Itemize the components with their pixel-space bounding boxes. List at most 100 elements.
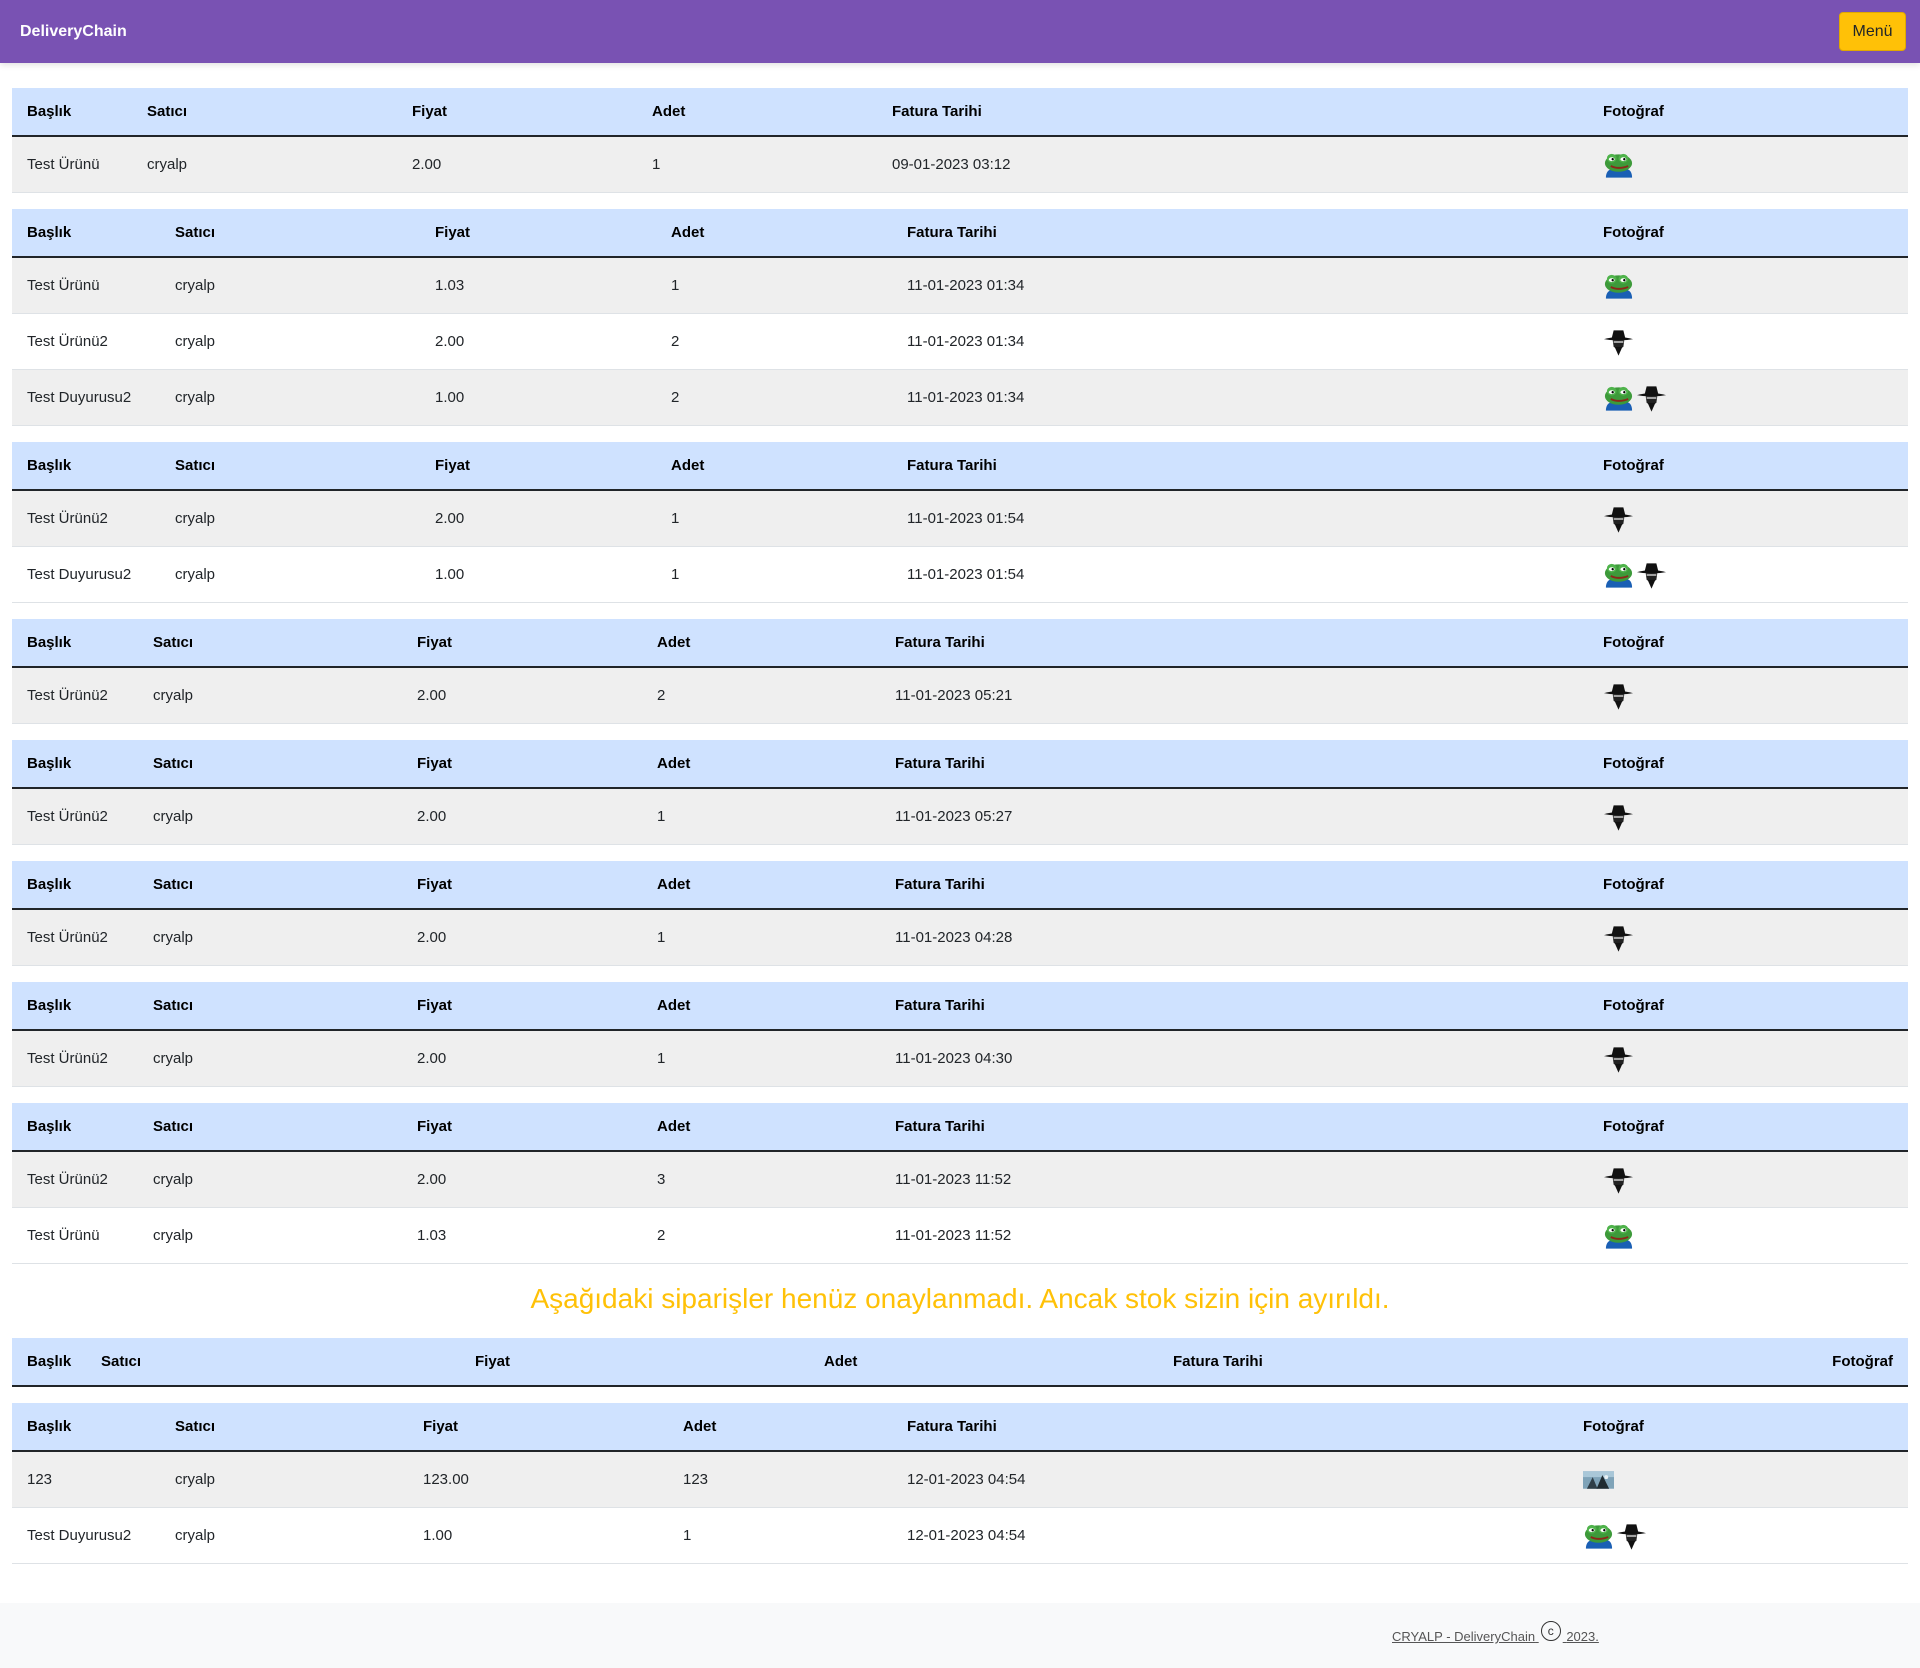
- item-seller: cryalp: [138, 1151, 402, 1208]
- table-header-row: Başlık Satıcı Fiyat Adet Fatura Tarihi Fotoğr…: [12, 1403, 1908, 1452]
- item-title: Test Ürünü2: [12, 1151, 138, 1208]
- table-header-row: Başlık Satıcı Fiyat Adet Fatura Tarihi Fotoğr…: [12, 442, 1908, 491]
- spy-icon[interactable]: [1603, 802, 1634, 832]
- item-price: 2.00: [402, 1151, 642, 1208]
- spy-icon[interactable]: [1603, 504, 1634, 534]
- spy-icon[interactable]: [1603, 1044, 1634, 1074]
- table-header-row: Başlık Satıcı Fiyat Adet Fatura Tarihi Fotoğr…: [12, 861, 1908, 910]
- table-header-row: Başlık Satıcı Fiyat Adet Fatura Tarihi Fotoğr…: [12, 209, 1908, 258]
- item-qty: 2: [642, 1207, 880, 1264]
- col-date-header: Fatura Tarihi: [892, 209, 1442, 258]
- item-seller: cryalp: [160, 490, 420, 547]
- footer-link[interactable]: CRYALP - DeliveryChain c 2023.: [1392, 1621, 1599, 1649]
- col-title-header: Başlık: [12, 1403, 160, 1452]
- frog-icon[interactable]: [1583, 1521, 1614, 1551]
- spy-icon[interactable]: [1616, 1521, 1647, 1551]
- photo-group: [1603, 504, 1893, 534]
- item-price: 1.00: [420, 369, 656, 426]
- item-price: 1.03: [420, 257, 656, 314]
- item-price: 2.00: [397, 136, 637, 193]
- photo-group: [1603, 271, 1893, 301]
- col-title-header: Başlık: [12, 209, 160, 258]
- frog-icon[interactable]: [1603, 271, 1634, 301]
- photo-group: [1603, 327, 1893, 357]
- row-spacer: [1442, 257, 1588, 314]
- col-photo-header: Fotoğraf: [1588, 442, 1908, 491]
- photo-group: [1603, 383, 1893, 413]
- header-spacer: [1442, 209, 1588, 258]
- spy-icon[interactable]: [1603, 681, 1634, 711]
- item-date: 11-01-2023 01:34: [892, 313, 1442, 370]
- col-photo-header: Fotoğraf: [1568, 1403, 1908, 1452]
- item-date: 11-01-2023 05:21: [880, 667, 1436, 724]
- col-qty-header: Adet: [637, 88, 877, 137]
- row-spacer: [1437, 136, 1588, 193]
- col-seller-header: Satıcı: [138, 1103, 402, 1152]
- table-row: Test Ürünü cryalp 1.03 2 11-01-2023 11:52: [12, 1207, 1908, 1264]
- item-qty: 2: [656, 313, 892, 370]
- menu-button[interactable]: Menü: [1839, 12, 1906, 51]
- copyright-icon: c: [1540, 1621, 1561, 1641]
- item-qty: 1: [642, 1030, 880, 1087]
- item-title: Test Duyurusu2: [12, 369, 160, 426]
- row-spacer: [1436, 1151, 1588, 1208]
- item-photos: [1588, 788, 1908, 845]
- table-header-row: Başlık Satıcı Fiyat Adet Fatura Tarihi Fotoğr…: [12, 88, 1908, 137]
- frog-icon[interactable]: [1603, 560, 1634, 590]
- col-title-header: Başlık: [12, 1338, 86, 1387]
- item-price: 2.00: [420, 490, 656, 547]
- table-row: Test Ürünü2 cryalp 2.00 1 11-01-2023 05:27: [12, 788, 1908, 845]
- header-spacer: [1436, 1103, 1588, 1152]
- table-header-row: Başlık Satıcı Fiyat Adet Fatura Tarihi Fotoğr…: [12, 740, 1908, 789]
- spy-icon[interactable]: [1636, 383, 1667, 413]
- col-price-header: Fiyat: [402, 740, 642, 789]
- frog-icon[interactable]: [1603, 1221, 1634, 1251]
- header-spacer: [1436, 619, 1588, 668]
- table-row: Test Ürünü2 cryalp 2.00 2 11-01-2023 01:34: [12, 313, 1908, 370]
- col-title-header: Başlık: [12, 982, 138, 1031]
- frog-icon[interactable]: [1603, 150, 1634, 180]
- col-date-header: Fatura Tarihi: [892, 442, 1442, 491]
- pending-empty-table: Başlık Satıcı Fiyat Adet Fatura Tarihi F…: [12, 1338, 1908, 1387]
- table-header-row: Başlık Satıcı Fiyat Adet Fatura Tarihi F…: [12, 1338, 1908, 1387]
- item-seller: cryalp: [138, 667, 402, 724]
- col-qty-header: Adet: [642, 740, 880, 789]
- order-table: Başlık Satıcı Fiyat Adet Fatura Tarihi Fotoğr…: [12, 88, 1908, 193]
- col-photo-header: Fotoğraf: [1808, 1338, 1908, 1387]
- col-photo-header: Fotoğraf: [1588, 740, 1908, 789]
- header-spacer: [1417, 1403, 1568, 1452]
- col-price-header: Fiyat: [402, 861, 642, 910]
- col-qty-header: Adet: [809, 1338, 1158, 1387]
- item-qty: 1: [642, 909, 880, 966]
- frog-icon[interactable]: [1603, 383, 1634, 413]
- item-price: 2.00: [420, 313, 656, 370]
- item-seller: cryalp: [160, 1451, 408, 1508]
- row-spacer: [1442, 369, 1588, 426]
- brand-link[interactable]: DeliveryChain: [20, 0, 127, 63]
- item-photos: [1588, 257, 1908, 314]
- item-date: 09-01-2023 03:12: [877, 136, 1437, 193]
- order-table: Başlık Satıcı Fiyat Adet Fatura Tarihi Fotoğr…: [12, 740, 1908, 845]
- photo-thumbnail[interactable]: [1583, 1465, 1614, 1495]
- col-title-header: Başlık: [12, 861, 138, 910]
- photo-group: [1603, 560, 1893, 590]
- item-seller: cryalp: [138, 1030, 402, 1087]
- col-photo-header: Fotoğraf: [1588, 861, 1908, 910]
- col-photo-header: Fotoğraf: [1588, 88, 1908, 137]
- col-price-header: Fiyat: [402, 619, 642, 668]
- photo-group: [1603, 802, 1893, 832]
- item-title: Test Ürünü: [12, 1207, 138, 1264]
- item-price: 1.03: [402, 1207, 642, 1264]
- item-title: Test Ürünü2: [12, 909, 138, 966]
- item-photos: [1588, 490, 1908, 547]
- item-date: 12-01-2023 04:54: [892, 1507, 1417, 1564]
- item-photos: [1588, 1030, 1908, 1087]
- item-seller: cryalp: [138, 788, 402, 845]
- item-title: Test Duyurusu2: [12, 546, 160, 603]
- spy-icon[interactable]: [1603, 1165, 1634, 1195]
- item-title: Test Duyurusu2: [12, 1507, 160, 1564]
- spy-icon[interactable]: [1603, 923, 1634, 953]
- col-qty-header: Adet: [642, 982, 880, 1031]
- spy-icon[interactable]: [1636, 560, 1667, 590]
- spy-icon[interactable]: [1603, 327, 1634, 357]
